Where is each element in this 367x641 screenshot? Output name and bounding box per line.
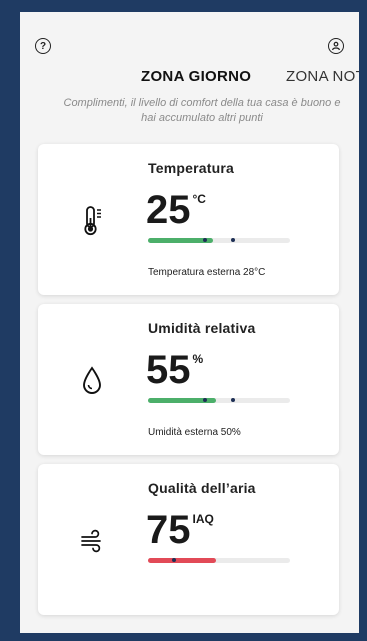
external-temperature: Temperatura esterna 28°C [148, 267, 266, 278]
temperature-unit: °C [192, 192, 206, 206]
comfort-marker [171, 557, 176, 562]
external-humidity: Umidità esterna 50% [148, 427, 241, 438]
droplet-icon [78, 364, 108, 398]
card-title: Umidità relativa [148, 320, 256, 336]
comfort-bar [148, 237, 290, 243]
comfort-marker [202, 237, 207, 242]
app-frame: ? ZONA GIORNO ZONA NOT Complimenti, il l… [0, 0, 367, 641]
humidity-value: 55 [146, 348, 191, 392]
help-glyph: ? [39, 40, 47, 52]
temperature-value: 25 [146, 188, 191, 232]
user-icon[interactable] [328, 38, 344, 54]
temperature-card[interactable]: Temperatura 25 °C Temperatura esterna 28… [38, 144, 339, 295]
tab-zona-notte[interactable]: ZONA NOT [286, 68, 359, 85]
comfort-bar [148, 557, 290, 563]
thermometer-icon [78, 204, 108, 238]
air-quality-value: 75 [146, 508, 191, 552]
comfort-message: Complimenti, il livello di comfort della… [63, 97, 341, 124]
humidity-unit: % [192, 352, 204, 366]
air-quality-card[interactable]: Qualità dell’aria 75 IAQ [38, 464, 339, 615]
value-display: 25 °C [146, 188, 206, 232]
zone-tabs: ZONA GIORNO ZONA NOT [20, 68, 359, 88]
comfort-marker [202, 397, 207, 402]
wind-icon [78, 524, 108, 558]
comfort-bar [148, 397, 290, 403]
comfort-marker [231, 237, 236, 242]
app-screen: ? ZONA GIORNO ZONA NOT Complimenti, il l… [20, 12, 359, 633]
comfort-bar-fill [148, 558, 217, 563]
value-display: 55 % [146, 348, 203, 392]
card-title: Qualità dell’aria [148, 480, 256, 496]
help-icon[interactable]: ? [35, 38, 51, 54]
card-title: Temperatura [148, 160, 234, 176]
user-glyph-icon [332, 41, 340, 51]
comfort-marker [231, 397, 236, 402]
humidity-card[interactable]: Umidità relativa 55 % Umidità esterna 50… [38, 304, 339, 455]
value-display: 75 IAQ [146, 508, 214, 552]
tab-zona-giorno[interactable]: ZONA GIORNO [141, 68, 251, 85]
air-quality-unit: IAQ [192, 512, 214, 526]
